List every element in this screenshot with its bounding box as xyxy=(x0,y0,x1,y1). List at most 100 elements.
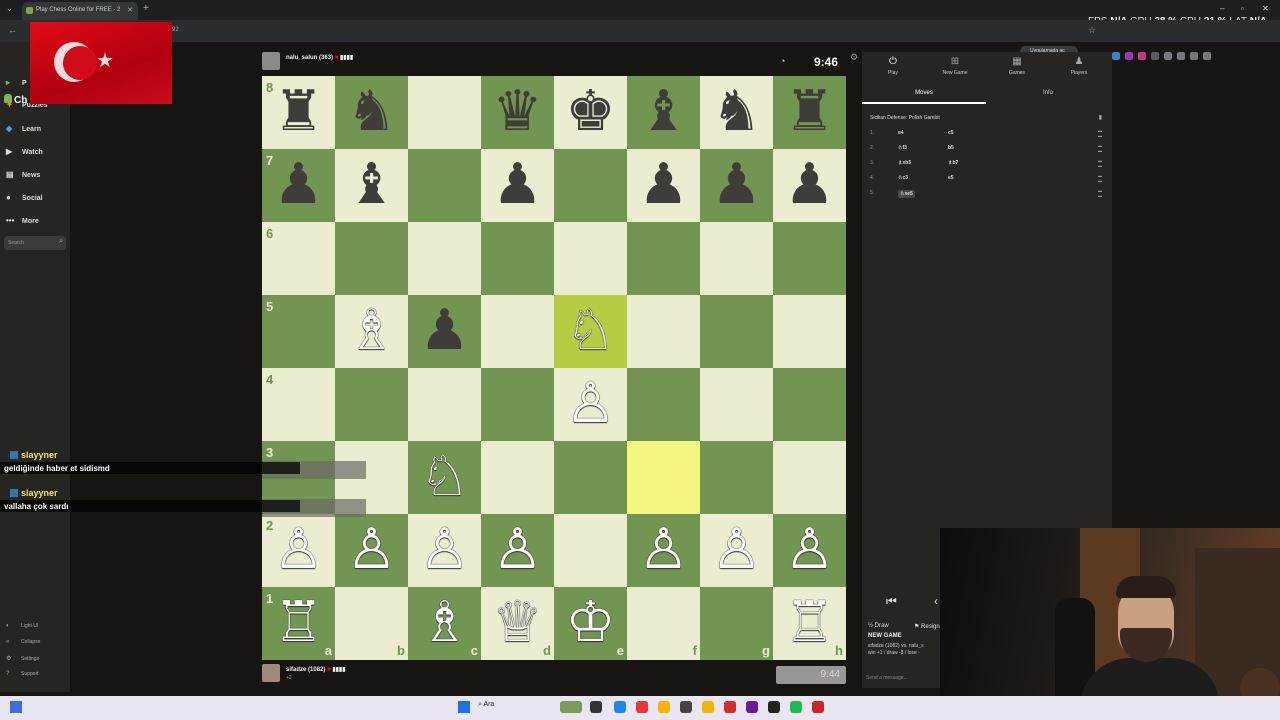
square-d7[interactable]: ♟ xyxy=(481,149,554,222)
book-icon[interactable]: ▮ xyxy=(1099,114,1102,121)
square-h7[interactable]: ♟ xyxy=(773,149,846,222)
white-move[interactable]: e4 xyxy=(898,130,904,136)
bottom-player-name[interactable]: sifadze (1082) ■ ▮▮▮▮ xyxy=(286,666,346,673)
extension-icon[interactable] xyxy=(1138,52,1146,60)
square-e3[interactable] xyxy=(554,441,627,514)
square-f4[interactable] xyxy=(627,368,700,441)
chess-piece[interactable]: ♙ xyxy=(262,514,335,587)
chess-board[interactable]: 8 ♜ ♞ ♛ ♚ ♝ ♞ ♜ 7 ♟ ♝ ♟ ♟ ♟ ♟ 6 5 ♗ ♟ ♘ 4 ♙ 3 ♘ 2 ♙ ♙ ♙ ♙ ♙ ♙ ♙ 1 a ♖ b c ♗ d ♕… xyxy=(262,76,846,660)
chess-piece[interactable]: ♕ xyxy=(481,587,554,660)
square-e4[interactable]: ♙ xyxy=(554,368,627,441)
extension-icon[interactable] xyxy=(1190,52,1198,60)
prev-move-icon[interactable]: ‹ xyxy=(934,594,938,608)
square-a1[interactable]: 1 a ♖ xyxy=(262,587,335,660)
new-tab-icon[interactable]: + xyxy=(143,3,149,14)
avatar[interactable] xyxy=(262,52,280,70)
taskbar-app-icon[interactable] xyxy=(812,701,824,713)
tab-play[interactable]: ⏻ Play xyxy=(862,56,924,76)
sidebar-item-social[interactable]: ● Social xyxy=(6,193,43,202)
chess-piece[interactable]: ♜ xyxy=(262,76,335,149)
chess-piece[interactable]: ♝ xyxy=(335,149,408,222)
chess-piece[interactable]: ♟ xyxy=(408,295,481,368)
extension-icon[interactable] xyxy=(1112,52,1120,60)
white-move[interactable]: ♘c3 xyxy=(898,175,908,181)
square-h4[interactable] xyxy=(773,368,846,441)
draw-button[interactable]: ½ Draw xyxy=(868,623,889,629)
square-a4[interactable]: 4 xyxy=(262,368,335,441)
square-f2[interactable]: ♙ xyxy=(627,514,700,587)
square-c4[interactable] xyxy=(408,368,481,441)
chess-piece[interactable]: ♟ xyxy=(773,149,846,222)
square-e6[interactable] xyxy=(554,222,627,295)
chess-piece[interactable]: ♞ xyxy=(335,76,408,149)
settings-link[interactable]: ⚙ Settings xyxy=(6,655,39,662)
square-a5[interactable]: 5 xyxy=(262,295,335,368)
square-g2[interactable]: ♙ xyxy=(700,514,773,587)
black-move[interactable]: b5 xyxy=(948,145,954,151)
square-e5[interactable]: ♘ xyxy=(554,295,627,368)
chess-piece[interactable]: ♝ xyxy=(627,76,700,149)
extension-icon[interactable] xyxy=(1177,52,1185,60)
square-c2[interactable]: ♙ xyxy=(408,514,481,587)
extension-icon[interactable] xyxy=(1125,52,1133,60)
square-d4[interactable] xyxy=(481,368,554,441)
chess-piece[interactable]: ♔ xyxy=(554,587,627,660)
sidebar-item-watch[interactable]: ▶ Watch xyxy=(6,147,43,156)
extension-icon[interactable] xyxy=(1203,52,1211,60)
light-ui-toggle[interactable]: ◐ Light UI xyxy=(6,623,38,629)
square-a2[interactable]: 2 ♙ xyxy=(262,514,335,587)
chrome-icon[interactable] xyxy=(636,701,648,713)
sidebar-item-more[interactable]: ••• More xyxy=(6,216,39,225)
square-f7[interactable]: ♟ xyxy=(627,149,700,222)
square-g7[interactable]: ♟ xyxy=(700,149,773,222)
square-c8[interactable] xyxy=(408,76,481,149)
chess-piece[interactable]: ♙ xyxy=(554,368,627,441)
tab-menu-icon[interactable]: ⌄ xyxy=(6,4,13,13)
url-text[interactable]: 92 xyxy=(172,27,179,33)
chess-piece[interactable]: ♖ xyxy=(262,587,335,660)
minimize-icon[interactable]: – xyxy=(1220,4,1224,13)
black-move[interactable]: ♗b7 xyxy=(948,160,958,166)
square-g6[interactable] xyxy=(700,222,773,295)
support-link[interactable]: ? Support xyxy=(6,671,39,677)
chess-piece[interactable]: ♟ xyxy=(481,149,554,222)
square-a8[interactable]: 8 ♜ xyxy=(262,76,335,149)
sidebar-item-play[interactable]: ▸ P xyxy=(6,78,27,87)
white-move[interactable]: ♘f3 xyxy=(898,145,907,151)
taskbar-app-icon[interactable] xyxy=(560,701,582,713)
top-player-name[interactable]: nalu_salun (363) ■ ▮▮▮▮ xyxy=(286,54,353,61)
square-h6[interactable] xyxy=(773,222,846,295)
square-f1[interactable]: f xyxy=(627,587,700,660)
tab-games[interactable]: ▦ Games xyxy=(986,56,1048,76)
taskbar-app-icon[interactable] xyxy=(724,701,736,713)
chess-piece[interactable]: ♙ xyxy=(627,514,700,587)
black-move[interactable]: c5 xyxy=(948,130,954,136)
folder-icon[interactable] xyxy=(658,701,670,713)
square-b1[interactable]: b xyxy=(335,587,408,660)
square-f3[interactable] xyxy=(627,441,700,514)
white-move[interactable]: ♘xe5 xyxy=(898,190,915,198)
chess-piece[interactable]: ♙ xyxy=(335,514,408,587)
opening-name[interactable]: Sicilian Defense: Polish Gambit xyxy=(870,115,940,121)
sidebar-item-news[interactable]: ▤ News xyxy=(6,170,40,179)
avatar[interactable] xyxy=(262,664,280,682)
square-b2[interactable]: ♙ xyxy=(335,514,408,587)
square-b8[interactable]: ♞ xyxy=(335,76,408,149)
square-h3[interactable] xyxy=(773,441,846,514)
resign-button[interactable]: ⚑ Resign xyxy=(914,623,940,630)
square-d8[interactable]: ♛ xyxy=(481,76,554,149)
chess-piece[interactable]: ♟ xyxy=(627,149,700,222)
taskbar-app-icon[interactable] xyxy=(614,701,626,713)
square-a7[interactable]: 7 ♟ xyxy=(262,149,335,222)
sidebar-search-input[interactable]: Search ⌕ xyxy=(4,236,66,250)
steam-icon[interactable] xyxy=(768,701,780,713)
spotify-icon[interactable] xyxy=(790,701,802,713)
square-h8[interactable]: ♜ xyxy=(773,76,846,149)
square-c5[interactable]: ♟ xyxy=(408,295,481,368)
square-e7[interactable] xyxy=(554,149,627,222)
square-c3[interactable]: ♘ xyxy=(408,441,481,514)
first-move-icon[interactable]: ⏮ xyxy=(886,594,897,609)
square-f5[interactable] xyxy=(627,295,700,368)
square-b5[interactable]: ♗ xyxy=(335,295,408,368)
start-icon[interactable] xyxy=(458,701,470,713)
